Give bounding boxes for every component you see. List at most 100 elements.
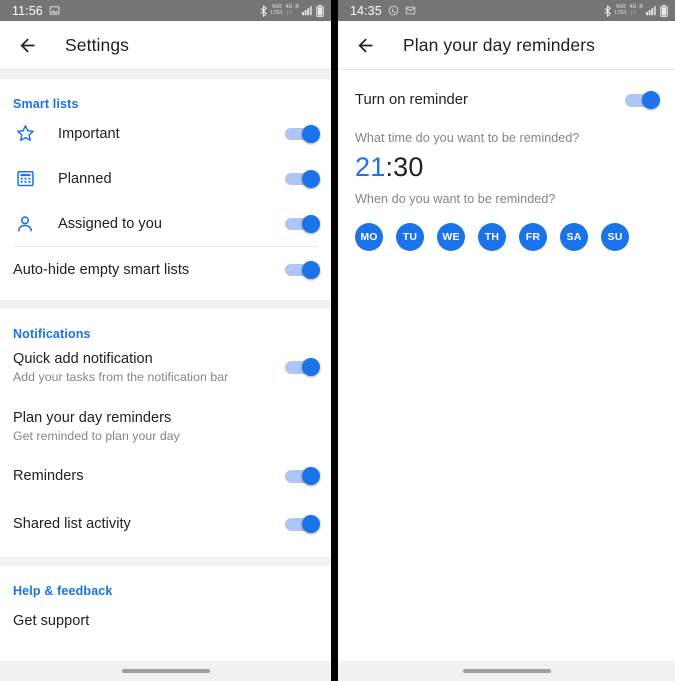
row-label: Assigned to you <box>58 215 162 232</box>
day-selector: MO TU WE TH FR SA SU <box>355 223 658 251</box>
section-band <box>0 557 331 566</box>
screen-separator <box>331 0 338 681</box>
day-chip-th[interactable]: TH <box>478 223 506 251</box>
roaming-icon: R <box>639 4 643 11</box>
turn-on-reminder-row[interactable]: Turn on reminder <box>355 70 660 122</box>
section-title-notifications: Notifications <box>13 327 91 341</box>
volte-icon: VoO LTE1 <box>270 4 283 16</box>
toggle-thumb <box>302 214 320 233</box>
toggle-auto-hide-empty-smart-lists[interactable] <box>285 260 320 279</box>
toggle-quick-add-notification[interactable] <box>285 358 320 376</box>
4g-icon: 4G ↓↑ <box>629 4 637 16</box>
toggle-thumb <box>642 91 660 109</box>
toggle-planned[interactable] <box>285 169 320 188</box>
settings-row-auto-hide-empty-smart-lists[interactable]: Auto-hide empty smart lists <box>0 247 331 292</box>
day-chip-tu[interactable]: TU <box>396 223 424 251</box>
gesture-pill[interactable] <box>121 669 210 673</box>
status-bar-clock: 14:35 <box>350 3 382 18</box>
whatsapp-icon <box>388 5 399 16</box>
row-subtitle: Get reminded to plan your day <box>13 428 180 443</box>
left-phone-screen: 11:56 VoO LTE1 4G ↓↑ R Settings Smart li… <box>0 0 331 681</box>
row-label: Plan your day reminders <box>13 409 172 426</box>
right-phone-screen: 14:35 VoO LTE1 4G ↓↑ R Plan your day rem… <box>338 0 675 681</box>
person-icon <box>13 212 37 236</box>
toggle-important[interactable] <box>285 124 320 143</box>
back-button[interactable] <box>352 32 378 58</box>
toggle-shared-list-activity[interactable] <box>285 515 320 533</box>
day-chip-sa[interactable]: SA <box>560 223 588 251</box>
row-text: Plan your day reminders Get reminded to … <box>13 410 318 443</box>
row-text: Shared list activity <box>13 516 273 532</box>
row-label: Shared list activity <box>13 516 131 532</box>
settings-row-get-support[interactable]: Get support <box>0 598 331 644</box>
row-text: Important <box>58 126 273 142</box>
time-question-label: What time do you want to be reminded? <box>355 131 580 145</box>
settings-row-planned[interactable]: Planned <box>0 156 331 201</box>
toggle-thumb <box>302 169 320 188</box>
dual-screenshot-stage: 11:56 VoO LTE1 4G ↓↑ R Settings Smart li… <box>0 0 675 681</box>
settings-row-quick-add-notification[interactable]: Quick add notification Add your tasks fr… <box>0 341 331 393</box>
message-icon <box>405 5 416 16</box>
day-chip-fr[interactable]: FR <box>519 223 547 251</box>
days-question-label: When do you want to be reminded? <box>355 192 556 206</box>
section-title-smart-lists: Smart lists <box>13 97 79 111</box>
left-status-bar: 11:56 VoO LTE1 4G ↓↑ R <box>0 0 331 21</box>
reminder-time-hours: 21 <box>355 152 386 182</box>
back-button[interactable] <box>14 32 40 58</box>
left-gesture-nav-bar <box>0 661 331 681</box>
day-chip-we[interactable]: WE <box>437 223 465 251</box>
row-text: Get support <box>13 613 318 629</box>
right-gesture-nav-bar <box>338 661 675 681</box>
reminder-content-padding: Turn on reminder What time do you want t… <box>338 70 675 251</box>
row-text: Auto-hide empty smart lists <box>13 262 273 278</box>
reminder-settings-body: Turn on reminder What time do you want t… <box>338 70 675 661</box>
4g-icon: 4G ↓↑ <box>285 4 293 16</box>
signal-icon <box>646 5 657 16</box>
row-text: Reminders <box>13 468 273 484</box>
right-status-bar: 14:35 VoO LTE1 4G ↓↑ R <box>338 0 675 21</box>
toggle-reminders[interactable] <box>285 467 320 485</box>
settings-row-assigned-to-you[interactable]: Assigned to you <box>0 201 331 246</box>
row-text: Assigned to you <box>58 216 273 232</box>
battery-icon <box>316 4 324 17</box>
row-subtitle: Add your tasks from the notification bar <box>13 369 229 384</box>
status-bar-clock: 11:56 <box>12 3 43 18</box>
row-label: Get support <box>13 613 90 629</box>
arrow-left-icon <box>358 38 372 52</box>
status-bar-right-cluster: VoO LTE1 4G ↓↑ R <box>259 4 324 17</box>
roaming-icon: R <box>295 4 299 11</box>
status-bar-right-cluster: VoO LTE1 4G ↓↑ R <box>603 4 668 17</box>
gesture-pill[interactable] <box>462 669 551 673</box>
day-chip-su[interactable]: SU <box>601 223 629 251</box>
row-label: Reminders <box>13 468 84 484</box>
settings-row-shared-list-activity[interactable]: Shared list activity <box>0 500 331 548</box>
day-chip-mo[interactable]: MO <box>355 223 383 251</box>
row-label: Important <box>58 125 120 142</box>
status-bar-left-cluster: 11:56 <box>12 4 60 18</box>
arrow-left-icon <box>20 38 34 52</box>
page-title: Plan your day reminders <box>403 34 595 55</box>
toggle-thumb <box>302 358 320 376</box>
settings-row-reminders[interactable]: Reminders <box>0 452 331 500</box>
section-band <box>0 70 331 79</box>
section-band <box>0 300 331 309</box>
toggle-assigned-to-you[interactable] <box>285 214 320 233</box>
toggle-turn-on-reminder[interactable] <box>625 91 660 109</box>
toggle-thumb <box>302 467 320 485</box>
section-title-help-and-feedback: Help & feedback <box>13 584 113 598</box>
volte-icon: VoO LTE1 <box>614 4 627 16</box>
settings-row-important[interactable]: Important <box>0 111 331 156</box>
toggle-thumb <box>302 124 320 143</box>
signal-icon <box>302 5 313 16</box>
row-label: Planned <box>58 170 112 187</box>
row-label: Quick add notification <box>13 350 153 367</box>
settings-row-plan-your-day-reminders[interactable]: Plan your day reminders Get reminded to … <box>0 400 331 452</box>
star-icon <box>13 122 37 146</box>
right-app-bar: Plan your day reminders <box>338 21 675 69</box>
page-title: Settings <box>65 34 130 55</box>
image-icon <box>49 5 60 16</box>
toggle-thumb <box>302 515 320 533</box>
reminder-time-value[interactable]: 21:30 <box>355 152 424 183</box>
battery-icon <box>660 4 668 17</box>
reminder-time-minutes: 30 <box>393 152 424 182</box>
